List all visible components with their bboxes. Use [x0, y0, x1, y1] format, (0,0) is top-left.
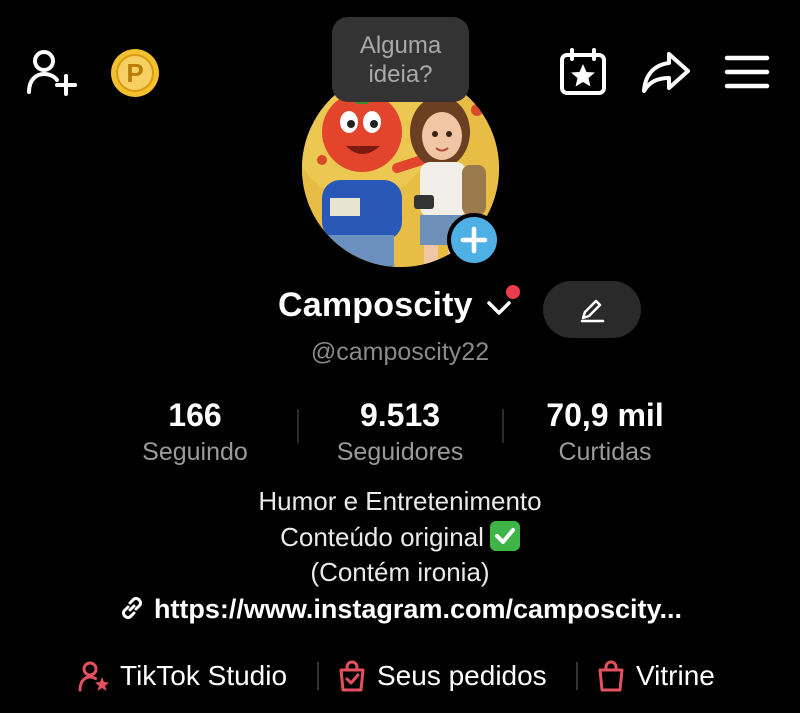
orders-link[interactable]: Seus pedidos — [337, 658, 547, 694]
stat-divider — [502, 409, 504, 443]
display-name: Camposcity — [278, 286, 473, 324]
share-icon[interactable] — [640, 48, 692, 96]
creator-star-icon — [78, 661, 109, 692]
followers-label: Seguidores — [336, 438, 464, 466]
add-friend-icon[interactable] — [26, 48, 78, 96]
link-icon — [122, 597, 142, 619]
bio-line: Humor e Entretenimento — [258, 486, 542, 516]
stat-divider — [297, 409, 299, 443]
shopping-bag-icon — [598, 660, 624, 692]
likes-count: 70,9 mil — [546, 397, 664, 433]
bio-line-text: Conteúdo original — [280, 522, 484, 552]
add-story-button[interactable] — [447, 213, 501, 267]
bio-line: Conteúdo original — [0, 521, 800, 553]
likes-label: Curtidas — [558, 438, 652, 466]
stat-likes[interactable]: 70,9 mil Curtidas — [505, 396, 705, 468]
calendar-star-icon[interactable] — [558, 48, 608, 96]
following-count: 166 — [168, 397, 222, 433]
tiktok-studio-label: TikTok Studio — [120, 660, 288, 691]
link-divider — [317, 662, 319, 690]
orders-label: Seus pedidos — [377, 660, 547, 691]
profile-link-text: https://www.instagram.com/camposcity... — [153, 594, 683, 624]
profile-link[interactable]: https://www.instagram.com/camposcity... — [0, 594, 800, 625]
pencil-icon — [580, 299, 605, 322]
menu-icon[interactable] — [722, 48, 772, 96]
edit-profile-button[interactable] — [543, 281, 641, 338]
bio-line: (Contém ironia) — [310, 557, 490, 587]
following-label: Seguindo — [142, 438, 248, 466]
storefront-link[interactable]: Vitrine — [596, 658, 715, 694]
svg-text:P: P — [126, 58, 143, 88]
idea-tooltip[interactable]: Alguma ideia? — [332, 17, 469, 102]
username: @camposcity22 — [310, 338, 490, 366]
notification-dot — [506, 285, 520, 299]
plus-icon — [460, 226, 488, 254]
followers-count: 9.513 — [359, 397, 441, 433]
tiktok-studio-link[interactable]: TikTok Studio — [78, 658, 287, 694]
stat-followers[interactable]: 9.513 Seguidores — [300, 396, 500, 468]
storefront-label: Vitrine — [636, 660, 715, 691]
shopping-bag-check-icon — [339, 660, 365, 692]
coin-icon[interactable]: P — [110, 48, 160, 98]
check-mark-icon — [489, 521, 520, 551]
chevron-down-icon[interactable] — [486, 298, 512, 318]
stat-following[interactable]: 166 Seguindo — [95, 396, 295, 468]
link-divider — [576, 662, 578, 690]
